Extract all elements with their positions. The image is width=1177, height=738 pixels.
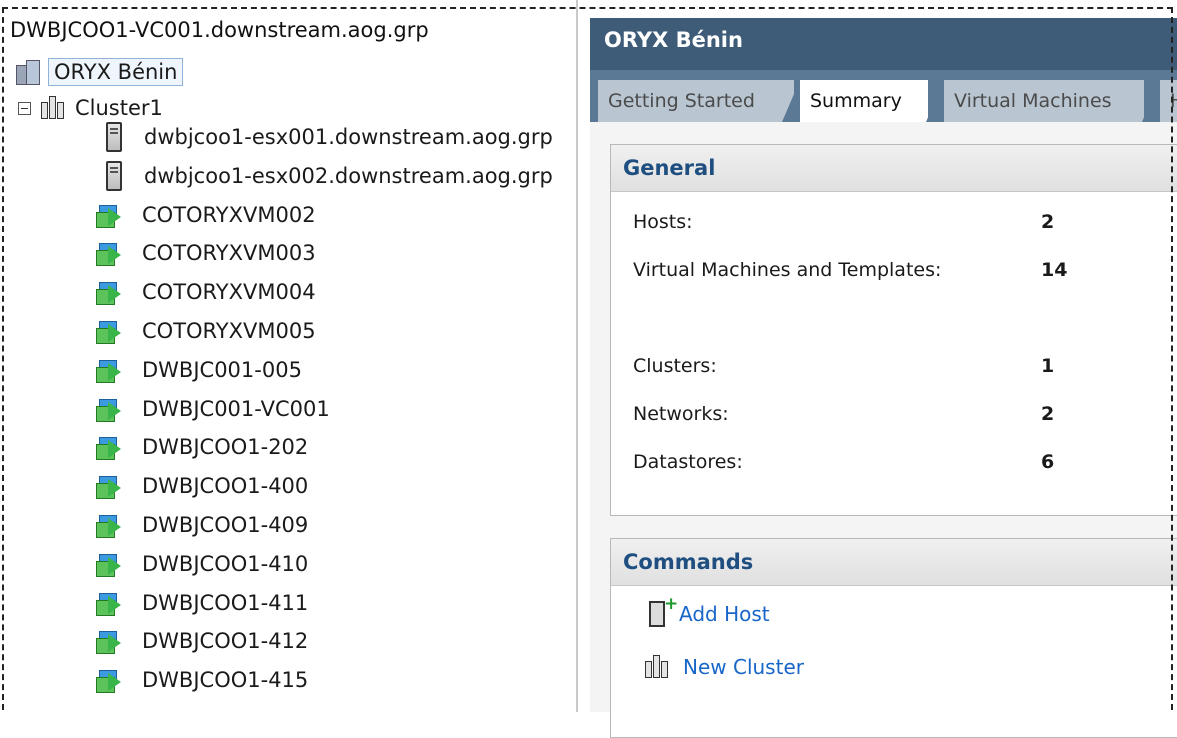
capture-frame <box>2 7 1173 710</box>
